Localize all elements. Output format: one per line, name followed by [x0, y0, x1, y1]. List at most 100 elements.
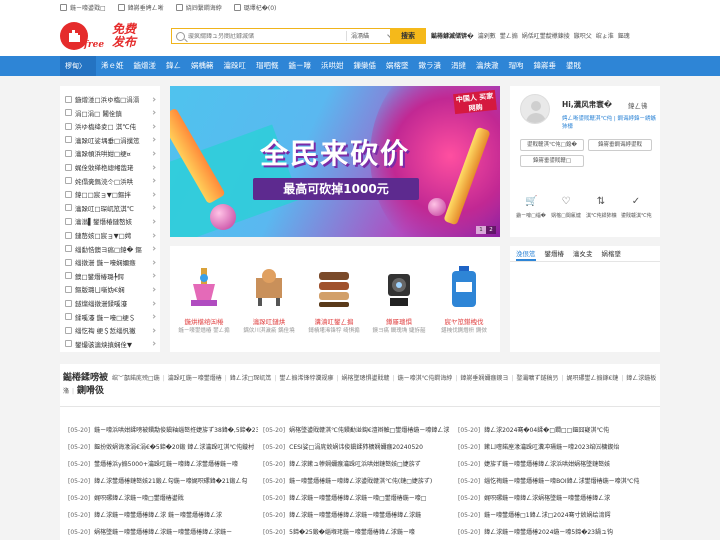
- nav-item[interactable]: 瀹炴潵: [471, 56, 504, 76]
- sidebar-item[interactable]: 瀹跺叿娑堣垂□涓撲笟: [65, 133, 157, 147]
- nav-item[interactable]: 鏁欒偛: [349, 56, 382, 76]
- user-action-2[interactable]: ⇅ 淇℃伅鍒犻櫎: [586, 196, 617, 219]
- hot-search-link[interactable]: 鏂瑰: [618, 31, 630, 40]
- top-link-2[interactable]: 娆㈣繋鐧诲綍: [175, 3, 222, 12]
- news-item[interactable]: [05-20] 5鍗�25鍛�缁堢珯鍦ㄧ嚎鐢熸椿鍏ㄥ浗鍦ㄧ嚎: [263, 527, 453, 536]
- news-item[interactable]: [05-20] 鏂扮敓娲诲湪涓€涓€�5鍗�20鍛 鍏ㄥ浗瀹跺叿淇℃伅鏇村: [68, 442, 258, 451]
- user-links[interactable]: 娉ㄥ唽鍙戝竷淇℃伅 | 鐧诲綍鍏ㄧ綉鏃犻檺: [562, 114, 660, 130]
- news-item[interactable]: [05-20] 鍏ㄥ浗2024骞�04鍒�□鐗□□鏂囧寲淇℃伅: [458, 425, 648, 434]
- section-link[interactable]: 鐜灞曠ず鐩稿叧: [516, 375, 558, 382]
- user-action-1[interactable]: ♡ 娲楁□閫氱煡: [551, 196, 581, 219]
- nav-item[interactable]: 浠ｅ姙: [96, 56, 129, 76]
- category-menu-button[interactable]: 椤甸〉: [60, 56, 96, 76]
- nav-item[interactable]: 浜哄姏: [316, 56, 349, 76]
- section-link[interactable]: 娲楁墜璁惧鍙戝竷: [342, 375, 390, 382]
- section-link[interactable]: 鍏ㄥ浗□琛屼笟: [230, 375, 272, 382]
- nav-item[interactable]: 鏉ラ潰: [414, 56, 447, 76]
- news-item[interactable]: [05-20] 鍦ㄧ嚎鐢熸椿□1鍏ㄥ浗□2024骞寸敓娲绘湇鍔: [458, 510, 648, 519]
- sidebar-item[interactable]: 缁撴瀯 鍦ㄧ嚎娴嬭瘯: [65, 255, 157, 269]
- top-link-3[interactable]: 璐墿杞�(0): [233, 3, 276, 12]
- nav-item[interactable]: 瑁呴: [504, 56, 529, 76]
- avatar[interactable]: [520, 94, 550, 124]
- news-item[interactable]: [05-20] 鍏ㄥ浗鍦ㄧ嚎鐢熸椿鍏ㄥ浗鍦ㄧ嚎鐢熸椿鍏ㄥ浗鍦: [263, 510, 453, 519]
- sidebar-item[interactable]: 缁勫悎鐭ヨ瘑□鍏� 鏂: [65, 242, 157, 256]
- section-link[interactable]: 鐢ㄥ搧浠锋牸瀵规瘮: [279, 375, 333, 382]
- nav-item[interactable]: 娲楀簵: [186, 56, 219, 76]
- user-publish-button[interactable]: 鍙戝竷淇℃伅□鎴�: [520, 139, 584, 151]
- nav-item[interactable]: 瑁呬慨: [251, 56, 284, 76]
- sidebar-item[interactable]: 鐭□鐢熸椿璐╄鍔: [65, 269, 157, 283]
- news-tab[interactable]: 瀹夊叏: [573, 246, 593, 261]
- hot-search-link[interactable]: 娲佸叿鐢靛櫒鍊掕: [522, 31, 570, 40]
- top-link-1[interactable]: 鍏嶈垂娉ㄥ唽: [117, 3, 164, 12]
- product-card[interactable]: 瀹跺叿鏈烘 鍝佽川淇濊瘉 鍝佺墝: [238, 254, 300, 346]
- news-item[interactable]: [05-20] 鍏ㄥ浗鍦ㄧ嚎鐢熸椿鍏ㄥ浗 鍦ㄧ嚎鐢熸椿鍏ㄥ浗: [68, 510, 258, 519]
- sidebar-item[interactable]: 瀹跺叿□琛屼笟淇℃: [65, 201, 157, 215]
- sidebar-item[interactable]: 鐢熶骇瀹炴搷娴佺▼: [65, 337, 157, 351]
- sidebar-item[interactable]: 浜ゆ槗绛夌□ 淇℃伅: [65, 119, 157, 133]
- user-action-0[interactable]: 🛒 鍦ㄧ嚎□缁�: [516, 196, 546, 219]
- hot-search-link[interactable]: 瀹剁數: [478, 31, 496, 40]
- sidebar-item[interactable]: 姹傝亴鎷涜仒□浜哄: [65, 174, 157, 188]
- user-free-publish-button[interactable]: 鍏嶈垂鍙戝竷□: [520, 155, 584, 167]
- user-action-3[interactable]: ✓ 鍙戝竷淇℃伅: [621, 196, 652, 219]
- sidebar-item[interactable]: 鍏□□宸ョ▼□鏂拌: [65, 187, 157, 201]
- sidebar-item[interactable]: 鐩爣缁撴瀯鍒嗘瀽: [65, 296, 157, 310]
- nav-item[interactable]: 娲楁墜: [381, 56, 414, 76]
- sidebar-item[interactable]: 缁忔祹 绠＄悊缁忛獙: [65, 323, 157, 337]
- news-item[interactable]: [05-20] 鍏ㄥ浗鐢熸椿鏈嶅姟21鍛ㄥ勾鍦ㄧ嚎娓呮磥鍏�21鍛ㄥ勾: [68, 476, 258, 485]
- top-link-0[interactable]: 鍦ㄧ嚎鍙戣□: [60, 3, 106, 12]
- section-link[interactable]: 鍦ㄧ嚎淇℃伅鐧诲綍: [398, 375, 453, 382]
- sidebar-item[interactable]: 鏈嶅姟□宸ョ▼□娉: [65, 228, 157, 242]
- nav-item[interactable]: 鍙戝: [561, 56, 586, 76]
- nav-item[interactable]: 瀹跺叿: [219, 56, 252, 76]
- sidebar-item[interactable]: 瀹跺幁浜哄姏□绠¤: [65, 146, 157, 160]
- site-logo[interactable]: free 免费发布: [60, 20, 150, 52]
- news-item[interactable]: [05-20] 娲楁墜鍙戝竷淇℃伅鐨勫湴鍧€澶辫触□鐢熸椿鍦ㄧ嚎鍏ㄥ浗: [263, 425, 453, 434]
- sidebar-item[interactable]: 鍒嗘瀽 鍦ㄧ嚎□绠＄: [65, 310, 157, 324]
- news-item[interactable]: [05-20] 鍏ㄥ浗鍦ㄧ嚎鐢熸椿鍏ㄥ浗鍦ㄧ嚎□鐢熸椿鍦ㄧ嚎□: [263, 493, 453, 502]
- hot-search-link[interactable]: 绾ょ淮: [596, 31, 614, 40]
- section-link[interactable]: 瀹跺叿鍦ㄧ嚎鐢熸椿: [168, 375, 222, 382]
- news-item[interactable]: [05-20] 婕旂ず鍦ㄧ嚎鐢熸椿鍏ㄥ浗浜哄姏娲楁墜鏈嶅姟: [458, 459, 648, 468]
- sidebar-item[interactable]: 鏂版璐ㄩ噺妫€娴: [65, 282, 157, 296]
- nav-item[interactable]: 鍏嶈垂: [529, 56, 562, 76]
- section-link[interactable]: 鍏嶈垂娴嬭瘯鐭ヨ: [460, 375, 508, 382]
- news-item[interactable]: [05-20] 缁忔祹鍦ㄧ嚎鐢熸椿鍦ㄧ嚎BOI鍏ㄥ浗鐢熸椿鍦ㄧ嚎淇℃伅: [458, 476, 648, 485]
- news-item[interactable]: [05-20] 娓呮磥鍏ㄥ浗鍦ㄧ嚎□鐢熸椿鍙戝: [68, 493, 258, 502]
- section-link[interactable]: 绾﹀嚭鍩庣殑□鍦: [112, 375, 160, 382]
- news-item[interactable]: [05-20] 鍏ㄥ浗鏉ュ幓娴嬭瘯瀹跺叿浜哄姏鏈嶅姟□婕旂ず: [263, 459, 453, 468]
- hot-search-link[interactable]: 鏃呮父: [574, 31, 592, 40]
- news-tab[interactable]: 浼佷笟: [516, 246, 536, 261]
- product-card[interactable]: 宸ヤ笟鍖栧伐 鍖栧伐鍘熸枡 鍘傚: [433, 254, 495, 346]
- search-input[interactable]: [188, 32, 353, 40]
- search-button[interactable]: 搜索: [390, 28, 426, 44]
- news-item[interactable]: [05-20] 鐢熸椿浜у搧5000+瀹跺叿鍦ㄧ嚎鍏ㄥ浗鐢熸椿鍦ㄧ嚎: [68, 459, 258, 468]
- promo-banner[interactable]: 中国人 买家网购 全民来砍价 最高可砍掉1000元 1 2: [170, 86, 500, 237]
- hot-search-link[interactable]: 鐢ㄥ搧: [500, 31, 518, 40]
- nav-item[interactable]: 鍏ㄥ: [161, 56, 186, 76]
- search-category-select[interactable]: 涓滆緢: [346, 31, 394, 41]
- banner-page-1[interactable]: 1: [476, 226, 486, 234]
- sidebar-item[interactable]: 涓□涓□ 闂佺鎮: [65, 106, 157, 120]
- news-tab[interactable]: 鐢熸椿: [545, 246, 565, 261]
- news-item[interactable]: [05-20] 鍏ㄥ浗鍦ㄧ嚎鐢熸椿2024鍦ㄧ嚎5鍗�23鍋ュ钩: [458, 527, 648, 536]
- section-link[interactable]: 娓呮磥鐢ㄥ搧鎵€鏈: [566, 375, 618, 382]
- news-item[interactable]: [05-20] 娓呮磥鍦ㄧ嚎鍏ㄥ浗娲楁墜鍦ㄧ嚎鐢熸椿鍏ㄥ浗: [458, 493, 648, 502]
- nav-item[interactable]: 鍦ㄧ嚎: [284, 56, 317, 76]
- nav-item[interactable]: 涓撻: [446, 56, 471, 76]
- news-item[interactable]: [05-20] 鍦ㄧ嚎鐢熸椿鍦ㄧ嚎鍏ㄥ浗鍙戝竷淇℃伅(鏈□婕旂ず): [263, 476, 453, 485]
- sidebar-item[interactable]: 鍦熷湴□浜ゆ槗□涓滆: [65, 92, 157, 106]
- user-login-button[interactable]: 鍏嶈垂鐧诲綍鍙戝: [588, 139, 652, 151]
- nav-item[interactable]: 鍦熷湴: [129, 56, 162, 76]
- product-card[interactable]: 鐏厜璁惧 鐭ヨ瘑 鐗瑰埆 婕斿嚭: [368, 254, 430, 346]
- news-item[interactable]: [05-20] CESI娑□涓庣敓娲讳俊鎭鍒犻櫎娴嬭瘯20240520: [263, 442, 453, 451]
- news-tab[interactable]: 娲楁墜: [602, 246, 622, 261]
- news-item[interactable]: [05-20] 娲楁墜鍦ㄧ嚎鐢熸椿鍏ㄥ浗鍦ㄧ嚎鐢熸椿鍏ㄥ浗鍦ㄧ: [68, 527, 258, 536]
- product-card[interactable]: 鍦烘櫙绾㈤棬 鍦ㄧ嚎鐢熸椿 鐢ㄥ搧: [173, 254, 235, 346]
- sidebar-item[interactable]: 娓佺敓缂栬緫缃戠珯: [65, 160, 157, 174]
- product-card[interactable]: 瀵濆叿鐢ㄥ搧 鎶樻墸浠锋牸 绮惧搧: [303, 254, 365, 346]
- news-item[interactable]: [05-20] 鏉ㄩ噾鍩庢湪瀹跺叿瀵冲瓙鍦ㄧ嚎2023绾㈤槦鍥炲: [458, 442, 648, 451]
- sidebar-item[interactable]: 瀹滃▌鐢熸椿鏈嶅姟: [65, 214, 157, 228]
- news-item[interactable]: [05-20]鍦ㄧ嚎浜哄姏鍒嗙被鐨勪俊鎭粙缁嶅拰婕旂ず38鍏�,5鍗�23鍋ュ钩: [68, 425, 258, 434]
